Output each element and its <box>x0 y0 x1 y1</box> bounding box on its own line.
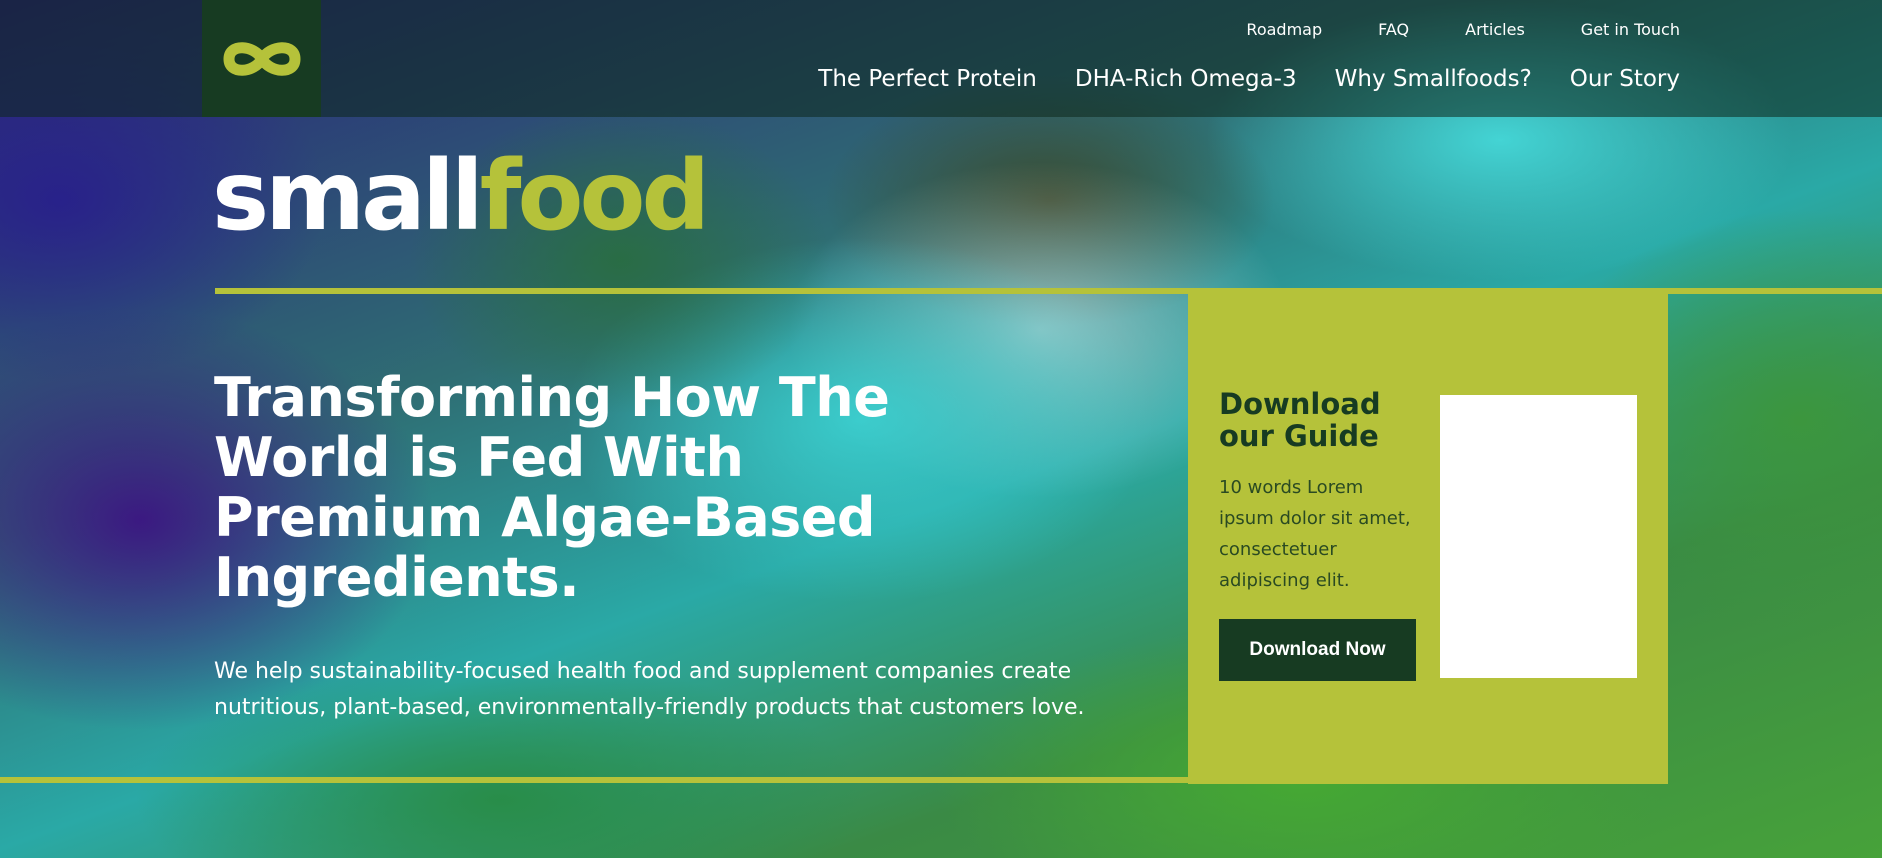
primary-nav: The Perfect Protein DHA-Rich Omega-3 Why… <box>780 66 1680 92</box>
nav-link-faq[interactable]: FAQ <box>1378 20 1409 39</box>
brand-wordmark: smallfood <box>212 148 710 244</box>
download-guide-panel: Download our Guide 10 words Lorem ipsum … <box>1188 294 1668 784</box>
nav-link-roadmap[interactable]: Roadmap <box>1246 20 1322 39</box>
divider-bottom <box>0 777 1190 783</box>
nav-link-articles[interactable]: Articles <box>1465 20 1525 39</box>
secondary-nav: Roadmap FAQ Articles Get in Touch <box>1190 20 1680 39</box>
infinity-logo-icon <box>223 41 300 76</box>
nav-link-get-in-touch[interactable]: Get in Touch <box>1581 20 1680 39</box>
site-header: Roadmap FAQ Articles Get in Touch The Pe… <box>0 0 1882 117</box>
hero-title: Transforming How The World is Fed With P… <box>214 366 890 609</box>
page: Roadmap FAQ Articles Get in Touch The Pe… <box>0 0 1882 858</box>
guide-cover-image <box>1440 395 1637 678</box>
guide-title: Download our Guide <box>1219 387 1381 453</box>
home-logo-link[interactable] <box>202 0 321 117</box>
wordmark-food: food <box>479 140 710 252</box>
nav-link-omega-3[interactable]: DHA-Rich Omega-3 <box>1075 66 1297 92</box>
download-now-button[interactable]: Download Now <box>1219 619 1416 681</box>
hero-subtitle: We help sustainability-focused health fo… <box>214 659 1085 720</box>
nav-link-why-smallfoods[interactable]: Why Smallfoods? <box>1335 66 1532 92</box>
nav-link-our-story[interactable]: Our Story <box>1570 66 1680 92</box>
guide-description: 10 words Lorem ipsum dolor sit amet, con… <box>1219 477 1411 591</box>
nav-link-perfect-protein[interactable]: The Perfect Protein <box>818 66 1037 92</box>
wordmark-small: small <box>212 140 484 252</box>
